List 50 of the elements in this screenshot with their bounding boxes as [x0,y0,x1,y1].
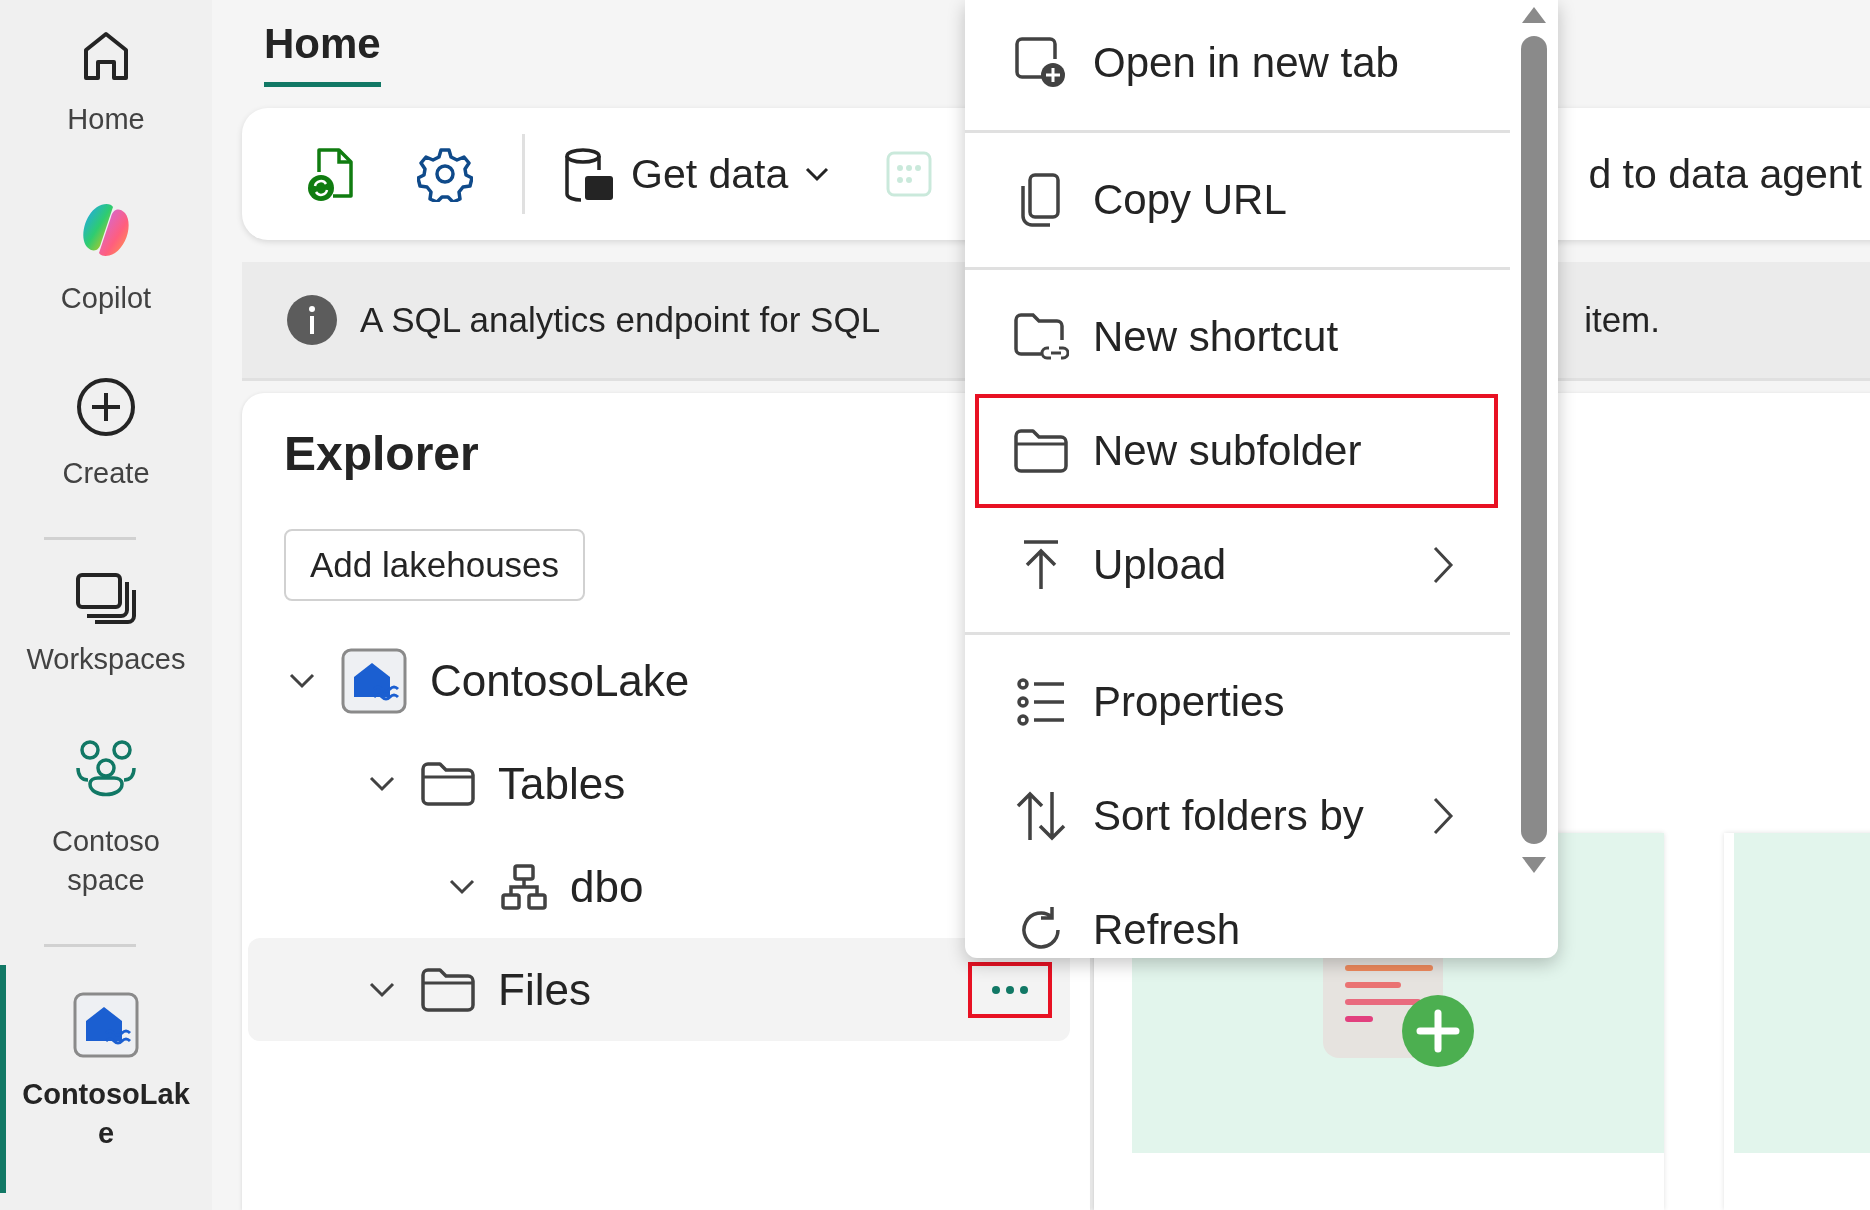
folder-icon [1013,428,1069,474]
chevron-down-icon [804,166,831,182]
hierarchy-icon [500,862,548,911]
sidebar-item[interactable]: Create [0,362,206,538]
menu-item[interactable]: New shortcut [975,280,1498,394]
sidebar-item[interactable]: Home [0,14,206,184]
ellipsis-icon [990,984,1030,995]
more-options-button[interactable] [968,961,1052,1018]
list-icon [1016,677,1066,727]
sidebar-item[interactable]: ContosoLake [0,964,206,1194]
database-icon [563,146,615,202]
get-data-dropdown[interactable]: Get data [563,139,831,209]
sidebar-item[interactable]: Copilot [0,183,206,363]
upload-icon [1021,539,1061,591]
chevron-right-icon [1432,796,1454,836]
panel-title: Explorer [284,426,479,482]
chevron-right-icon [1432,545,1454,585]
folder-link-icon [1013,312,1069,362]
info-message: A SQL analytics endpoint for SQL [360,300,881,340]
sort-icon [1014,790,1068,842]
menu-item[interactable]: Copy URL [975,143,1498,257]
folder-icon [420,966,476,1013]
tree-item[interactable]: Files [248,938,1070,1041]
add-lakehouses-button[interactable]: Add lakehouses [284,529,586,601]
chevron-down-icon[interactable] [368,980,396,999]
menu-item[interactable]: Upload [975,508,1498,622]
stacked-windows-icon [75,572,137,625]
sidebar-item[interactable]: Contoso space [0,723,206,944]
tree-label: ContosoLake [430,655,690,706]
info-message: item. [1584,300,1660,340]
chevron-down-icon[interactable] [368,774,396,793]
grid-icon [886,151,933,197]
toolbar-button[interactable]: d to data agent [1588,139,1870,209]
folder-icon [420,760,476,807]
settings-icon[interactable] [417,146,473,202]
menu-item[interactable]: Open in new tab [975,6,1498,120]
sidebar-item[interactable]: Workspaces [0,558,206,724]
house-waves-icon [340,646,408,715]
chevron-down-icon[interactable] [448,877,476,896]
scroll-up-icon[interactable] [1521,6,1547,24]
menu-item[interactable]: New subfolder [975,394,1498,508]
house-waves-icon [72,990,140,1059]
tab[interactable]: Home [264,0,381,87]
tree-label: dbo [570,861,644,912]
scroll-down-icon[interactable] [1521,856,1547,874]
add-icon [75,376,137,439]
chevron-down-icon[interactable] [288,671,316,690]
info-icon [286,294,338,346]
tree-label: Files [498,964,591,1015]
tree-label: Tables [498,758,626,809]
